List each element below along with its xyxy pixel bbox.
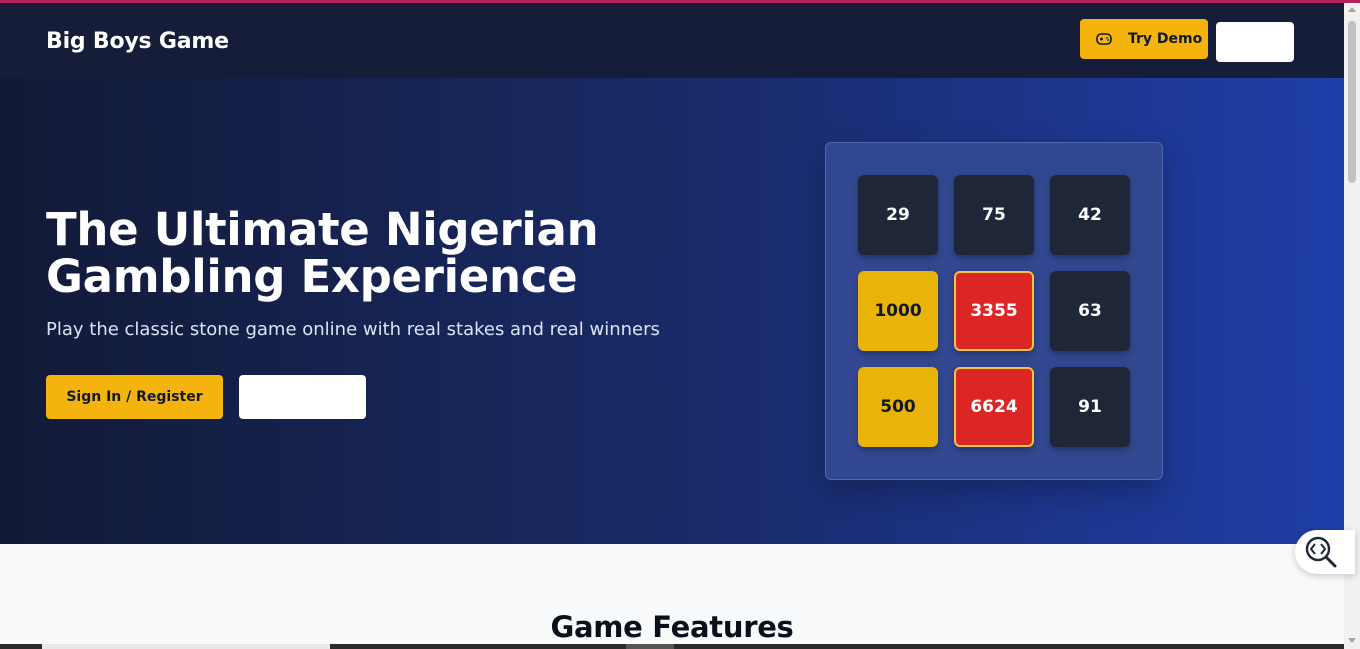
taskbar-thumbnail[interactable] (42, 644, 330, 649)
board-tile[interactable]: 6624 (954, 367, 1034, 447)
features-section: Game Features (0, 544, 1344, 649)
sign-in-register-button[interactable]: Sign In / Register (46, 375, 223, 419)
board-tile[interactable]: 63 (1050, 271, 1130, 351)
hero-subtitle: Play the classic stone game online with … (46, 319, 660, 340)
taskbar-item[interactable] (626, 644, 674, 649)
brand-logo-text[interactable]: Big Boys Game (46, 29, 229, 54)
stone-game-board: 29 75 42 1000 3355 63 500 6624 91 (825, 142, 1163, 480)
board-tile[interactable]: 3355 (954, 271, 1034, 351)
features-title: Game Features (550, 610, 794, 644)
hero-title: The Ultimate Nigerian Gambling Experienc… (46, 206, 666, 300)
board-tile[interactable]: 91 (1050, 367, 1130, 447)
board-tile[interactable]: 75 (954, 175, 1034, 255)
scroll-up-arrow-icon[interactable] (1348, 7, 1356, 12)
code-search-widget[interactable] (1295, 530, 1355, 574)
hero-secondary-button[interactable] (239, 375, 366, 419)
code-search-icon (1305, 536, 1337, 568)
board-tile[interactable]: 42 (1050, 175, 1130, 255)
try-demo-label: Try Demo (1128, 31, 1203, 47)
board-tile[interactable]: 500 (858, 367, 938, 447)
board-tile[interactable]: 1000 (858, 271, 938, 351)
board-tile[interactable]: 29 (858, 175, 938, 255)
taskbar-strip (0, 644, 1344, 649)
hero-title-line-2: Gambling Experience (46, 250, 578, 303)
hero-section: The Ultimate Nigerian Gambling Experienc… (0, 78, 1344, 544)
try-demo-button[interactable]: Try Demo (1080, 19, 1208, 59)
scroll-down-arrow-icon[interactable] (1348, 638, 1356, 643)
navbar: Big Boys Game Try Demo (0, 3, 1344, 78)
hero-title-line-1: The Ultimate Nigerian (46, 203, 599, 256)
nav-secondary-button[interactable] (1216, 22, 1294, 62)
browser-top-accent (0, 0, 1360, 3)
scrollbar-thumb[interactable] (1348, 21, 1356, 183)
page: Big Boys Game Try Demo The Ultimate Nige… (0, 0, 1344, 649)
gamepad-icon (1096, 33, 1112, 45)
